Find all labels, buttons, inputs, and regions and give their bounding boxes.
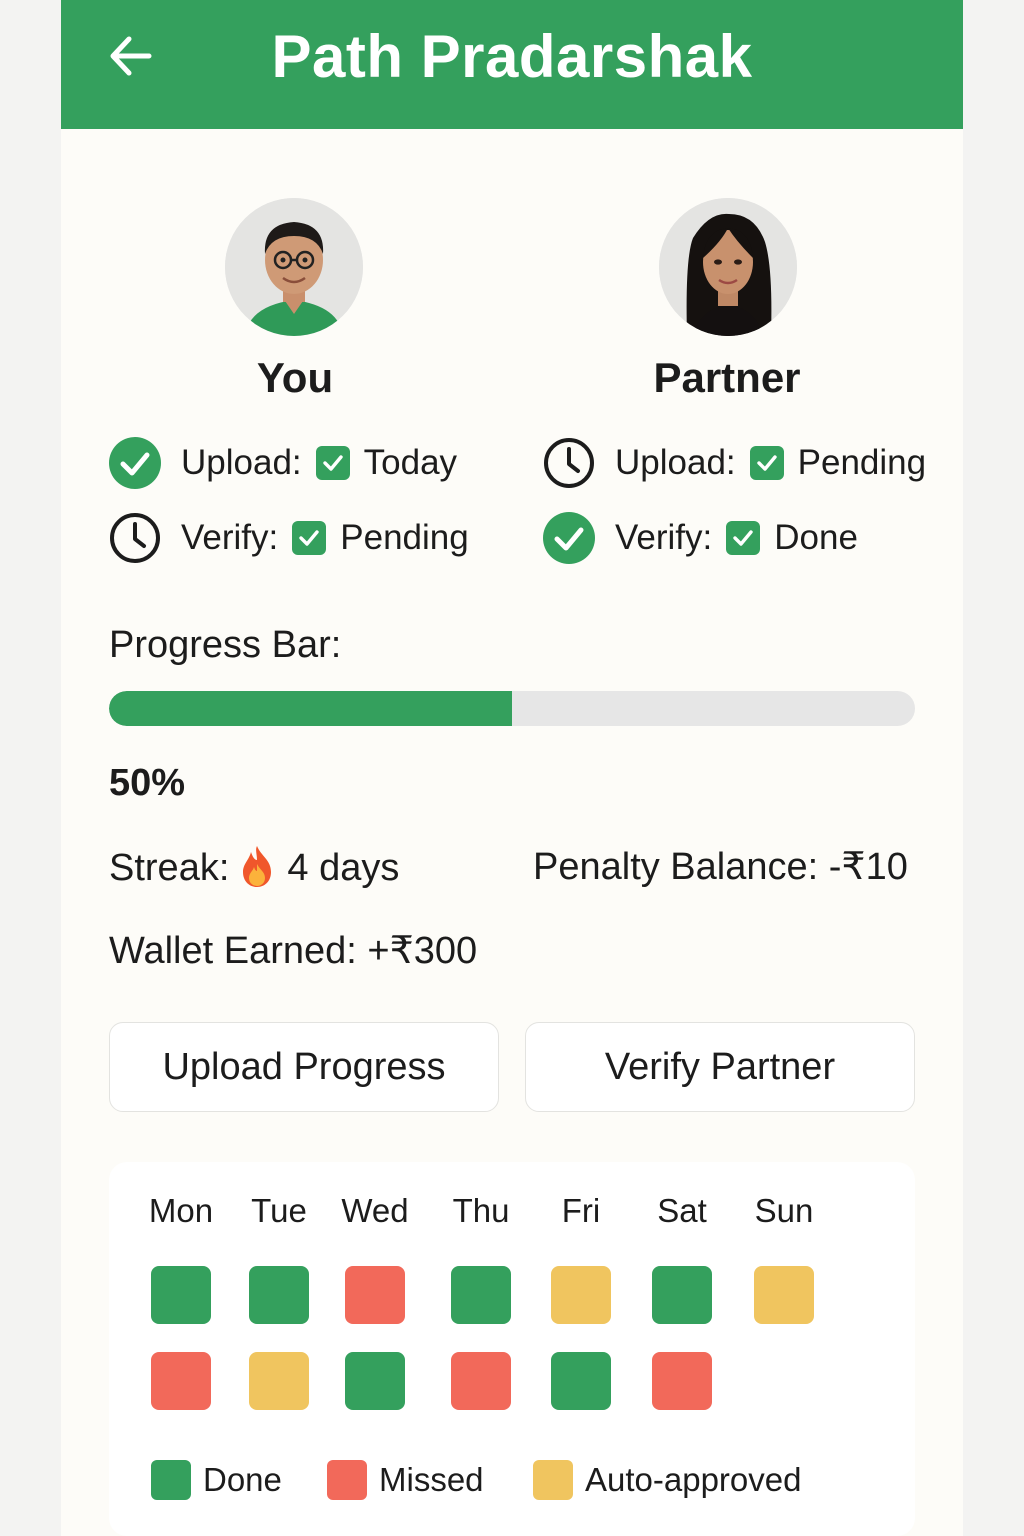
legend-swatch-missed <box>327 1460 367 1500</box>
checkbox-icon <box>292 521 327 555</box>
app-header: Path Pradarshak <box>61 0 963 129</box>
progress-bar <box>109 691 915 726</box>
day-label-thu: Thu <box>452 1192 510 1229</box>
day-cell-done[interactable] <box>652 1266 712 1324</box>
upload-label: Upload: <box>615 443 736 482</box>
day-cell-missed[interactable] <box>451 1352 511 1410</box>
you-verify-value: Pending <box>340 518 469 557</box>
you-verify-status: Verify: Pending <box>109 512 469 564</box>
you-name: You <box>256 354 334 401</box>
penalty-balance: Penalty Balance: -₹10 <box>533 846 908 888</box>
avatar-you <box>225 198 363 336</box>
progress-percent: 50% <box>109 762 186 804</box>
day-cell-missed[interactable] <box>151 1352 211 1410</box>
legend-label-auto: Auto-approved <box>585 1461 802 1498</box>
day-label-sat: Sat <box>657 1192 707 1229</box>
upload-label: Upload: <box>181 443 302 482</box>
day-cell-missed[interactable] <box>345 1266 405 1324</box>
partner-name: Partner <box>653 354 801 401</box>
page-title: Path Pradarshak <box>271 23 753 90</box>
app-screen: Path Pradarshak You Partner Upload: Toda… <box>61 0 963 1536</box>
legend-done: Done <box>151 1460 282 1500</box>
legend-label-done: Done <box>203 1461 282 1498</box>
day-cell-done[interactable] <box>551 1352 611 1410</box>
verify-partner-button[interactable]: Verify Partner <box>525 1022 915 1112</box>
day-cell-done[interactable] <box>345 1352 405 1410</box>
day-label-sun: Sun <box>754 1192 814 1229</box>
checkbox-icon <box>315 446 350 480</box>
checkbox-icon <box>749 446 784 480</box>
you-upload-value: Today <box>363 443 458 482</box>
legend-auto-approved: Auto-approved <box>533 1460 801 1500</box>
weekly-calendar: Done Missed Auto-approved Mon Tue Wed Thu Fr… <box>109 1162 915 1536</box>
check-circle-icon <box>543 512 595 564</box>
clock-icon <box>109 512 161 564</box>
day-label-tue: Tue <box>251 1192 307 1229</box>
streak-label: Streak: <box>109 847 230 889</box>
day-cell-done[interactable] <box>151 1266 211 1324</box>
clock-icon <box>543 437 595 489</box>
streak-stat: Streak: 4 days <box>109 844 399 890</box>
legend-swatch-auto <box>533 1460 573 1500</box>
day-cell-auto[interactable] <box>249 1352 309 1410</box>
day-cell-missed[interactable] <box>652 1352 712 1410</box>
progress-label: Progress Bar: <box>109 624 342 666</box>
legend-missed: Missed <box>327 1460 484 1500</box>
wallet-earned: Wallet Earned: +₹300 <box>109 930 478 972</box>
partner-verify-status: Verify: Done <box>543 512 858 564</box>
checkbox-icon <box>726 521 761 555</box>
streak-value: 4 days <box>287 847 400 889</box>
day-label-fri: Fri <box>561 1192 601 1229</box>
fire-icon <box>243 846 272 887</box>
day-label-mon: Mon <box>148 1192 214 1229</box>
verify-label: Verify: <box>615 518 713 557</box>
partner-verify-value: Done <box>774 518 858 557</box>
day-cell-auto[interactable] <box>754 1266 814 1324</box>
upload-progress-button[interactable]: Upload Progress <box>109 1022 499 1112</box>
progress-fill <box>109 691 512 726</box>
day-cell-done[interactable] <box>249 1266 309 1324</box>
partner-upload-value: Pending <box>797 443 927 482</box>
check-circle-icon <box>109 437 161 489</box>
day-label-wed: Wed <box>341 1192 409 1229</box>
avatar-partner <box>659 198 797 336</box>
you-upload-status: Upload: Today <box>109 437 457 489</box>
day-cell-done[interactable] <box>451 1266 511 1324</box>
day-cell-auto[interactable] <box>551 1266 611 1324</box>
verify-label: Verify: <box>181 518 279 557</box>
legend-label-missed: Missed <box>379 1461 484 1498</box>
legend-swatch-done <box>151 1460 191 1500</box>
partner-upload-status: Upload: Pending <box>543 437 926 489</box>
